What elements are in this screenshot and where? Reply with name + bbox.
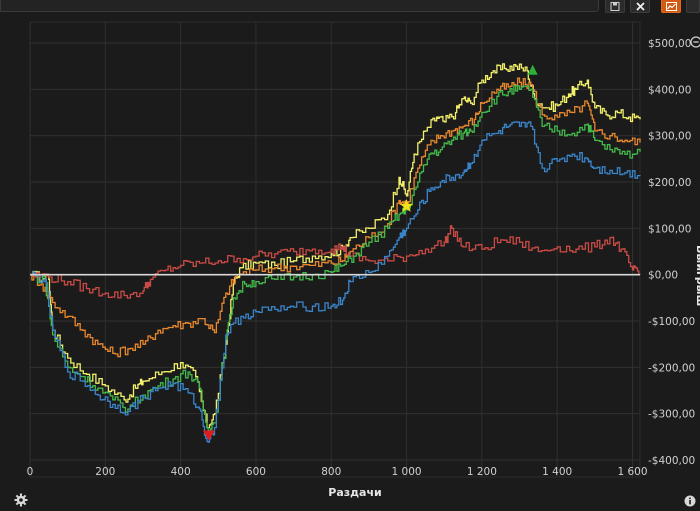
x-tick-label: 1 600 (617, 466, 647, 478)
gear-icon (14, 493, 28, 507)
y-tick-label: $300,00 (648, 131, 691, 143)
zoom-out-icon (690, 36, 700, 48)
zoom-out-button[interactable] (690, 33, 700, 48)
x-axis-title: Раздачи (328, 486, 381, 499)
y-tick-label: $200,00 (648, 177, 691, 189)
max-marker (527, 64, 538, 75)
y-tick-label: -$100,00 (648, 316, 695, 328)
y-tick-label: $100,00 (648, 223, 691, 235)
y-tick-label: $400,00 (648, 84, 691, 96)
x-tick-label: 400 (171, 466, 191, 478)
y-tick-label: -$300,00 (648, 409, 695, 421)
x-tick-label: 0 (27, 466, 34, 478)
y-axis-title: Выигрыш (694, 245, 700, 306)
x-tick-label: 1 000 (392, 466, 422, 478)
y-tick-label: $500,00 (648, 38, 691, 50)
settings-button[interactable] (14, 492, 28, 507)
x-tick-label: 1 200 (467, 466, 497, 478)
x-tick-label: 800 (321, 466, 341, 478)
y-tick-label: -$400,00 (648, 455, 695, 467)
info-button[interactable] (684, 492, 696, 507)
series-line (30, 225, 641, 299)
y-tick-label: -$200,00 (648, 362, 695, 374)
info-icon (684, 495, 696, 507)
winnings-chart: $500,00 $400,00 $300,00 $200,00 $100,00 $0,00… (27, 21, 700, 499)
y-tick-label: $0,00 (648, 270, 678, 282)
series-line (30, 77, 641, 358)
x-tick-label: 1 400 (542, 466, 572, 478)
series-line (30, 84, 641, 432)
x-tick-label: 600 (246, 466, 266, 478)
x-tick-label: 200 (95, 466, 115, 478)
